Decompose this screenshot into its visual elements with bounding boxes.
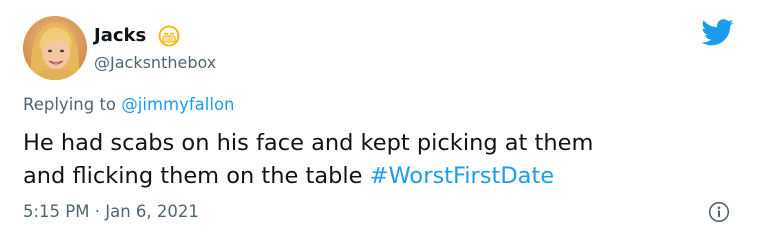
meta-separator: ·: [89, 202, 106, 221]
avatar[interactable]: [23, 16, 87, 80]
twitter-bird-icon[interactable]: [700, 18, 734, 48]
tweet-card: Jacks @Jacksnthebox Replying to @jimmyfa…: [0, 0, 758, 240]
tweet-date[interactable]: Jan 6, 2021: [105, 202, 199, 221]
face-with-medical-mask-icon: [158, 25, 180, 47]
tweet-body: He had scabs on his face and kept pickin…: [23, 127, 723, 193]
tweet-body-line-2-text: and flicking them on the table: [23, 163, 370, 189]
tweet-meta: 5:15 PM · Jan 6, 2021: [23, 202, 199, 222]
author-handle[interactable]: @Jacksnthebox: [94, 53, 216, 73]
reply-context-prefix: Replying to: [23, 95, 122, 114]
tweet-body-line-2: and flicking them on the table #WorstFir…: [23, 160, 723, 193]
author-display-name[interactable]: Jacks: [94, 25, 146, 47]
hashtag-link[interactable]: #WorstFirstDate: [370, 163, 554, 189]
tweet-time[interactable]: 5:15 PM: [23, 202, 89, 221]
reply-mention-link[interactable]: @jimmyfallon: [121, 95, 234, 114]
avatar-image: [23, 16, 87, 80]
reply-context: Replying to @jimmyfallon: [23, 95, 235, 115]
tweet-body-line-1: He had scabs on his face and kept pickin…: [23, 130, 594, 156]
info-icon[interactable]: [708, 201, 730, 223]
